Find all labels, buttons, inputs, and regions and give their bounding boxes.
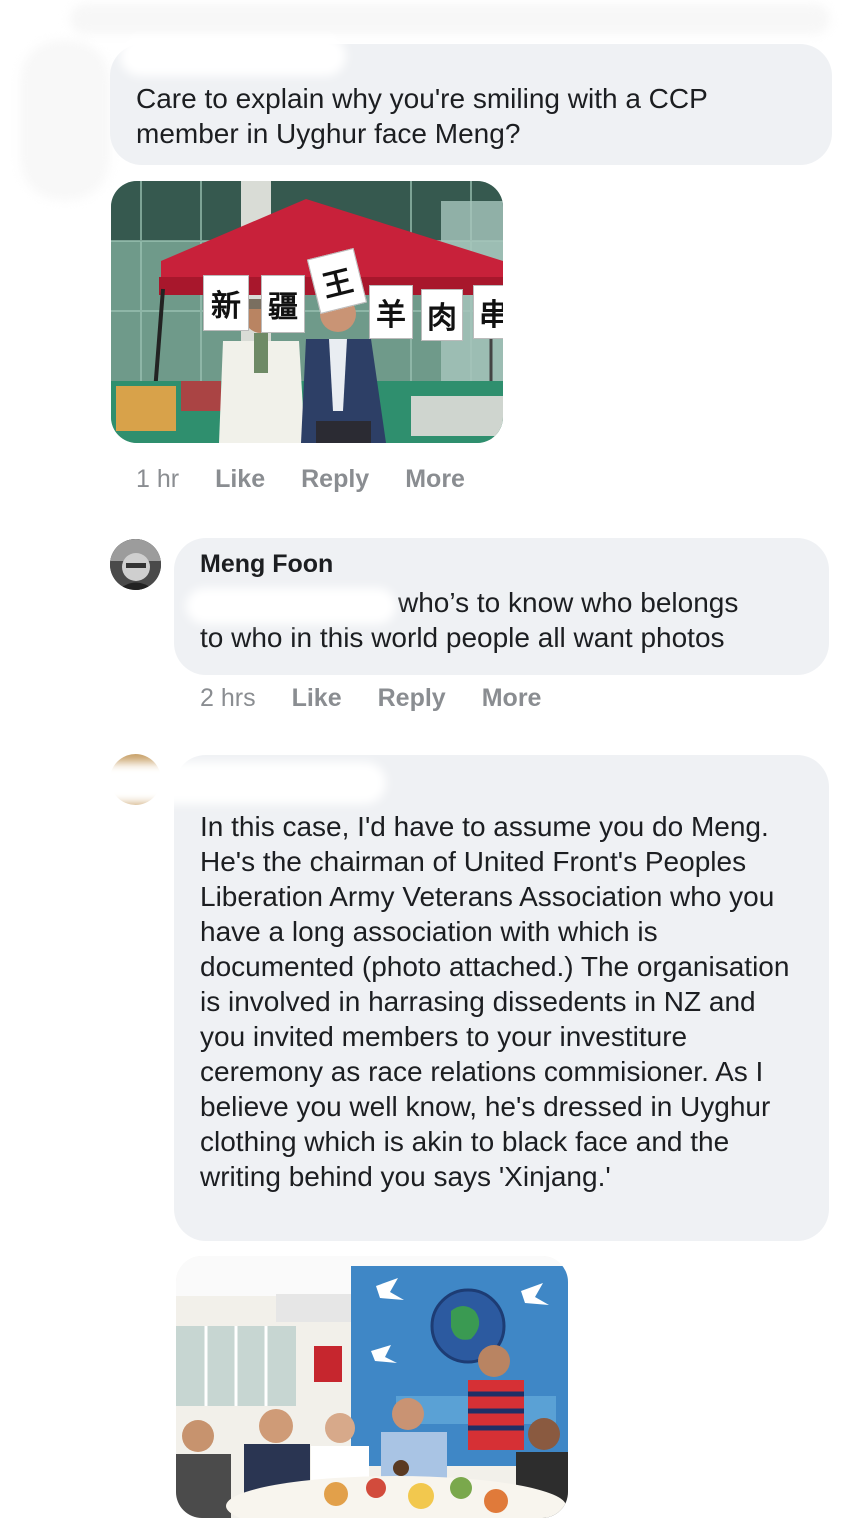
redacted-author-1	[120, 36, 346, 76]
sign-char-1: 新	[203, 275, 249, 331]
reply-button[interactable]: Reply	[301, 465, 369, 494]
comment-text: In this case, I'd have to assume you do …	[200, 811, 790, 1192]
sign-char-6: 串	[473, 285, 503, 339]
banquet-photo-illustration	[176, 1256, 568, 1518]
like-button[interactable]: Like	[215, 465, 265, 494]
comment-text-line2: to who in this world people all want pho…	[200, 622, 725, 653]
sign-char-5: 肉	[421, 289, 463, 341]
comment-actions-2: 2 hrs Like Reply More	[200, 684, 577, 713]
avatar-image	[110, 539, 161, 590]
redacted-author-3	[52, 762, 386, 804]
redacted-mention	[186, 588, 396, 624]
sign-char-2: 疆	[261, 275, 305, 333]
reply-button[interactable]: Reply	[378, 684, 446, 713]
redacted-name-top	[70, 4, 830, 34]
attached-photo-banquet[interactable]	[176, 1256, 568, 1518]
comment-author[interactable]: Meng Foon	[200, 550, 809, 579]
comment-bubble-3: In this case, I'd have to assume you do …	[174, 755, 829, 1241]
like-button[interactable]: Like	[292, 684, 342, 713]
redacted-avatar-top	[20, 40, 110, 200]
timestamp: 2 hrs	[200, 684, 256, 712]
avatar[interactable]	[110, 539, 161, 590]
comment-text: Care to explain why you're smiling with …	[136, 83, 708, 149]
timestamp: 1 hr	[136, 465, 180, 493]
more-button[interactable]: More	[482, 684, 542, 713]
sign-char-4: 羊	[369, 285, 413, 339]
attached-photo-tent[interactable]: 新 疆 王 羊 肉 串	[111, 181, 503, 443]
comment-actions-1: 1 hr Like Reply More	[136, 465, 501, 494]
more-button[interactable]: More	[405, 465, 465, 494]
